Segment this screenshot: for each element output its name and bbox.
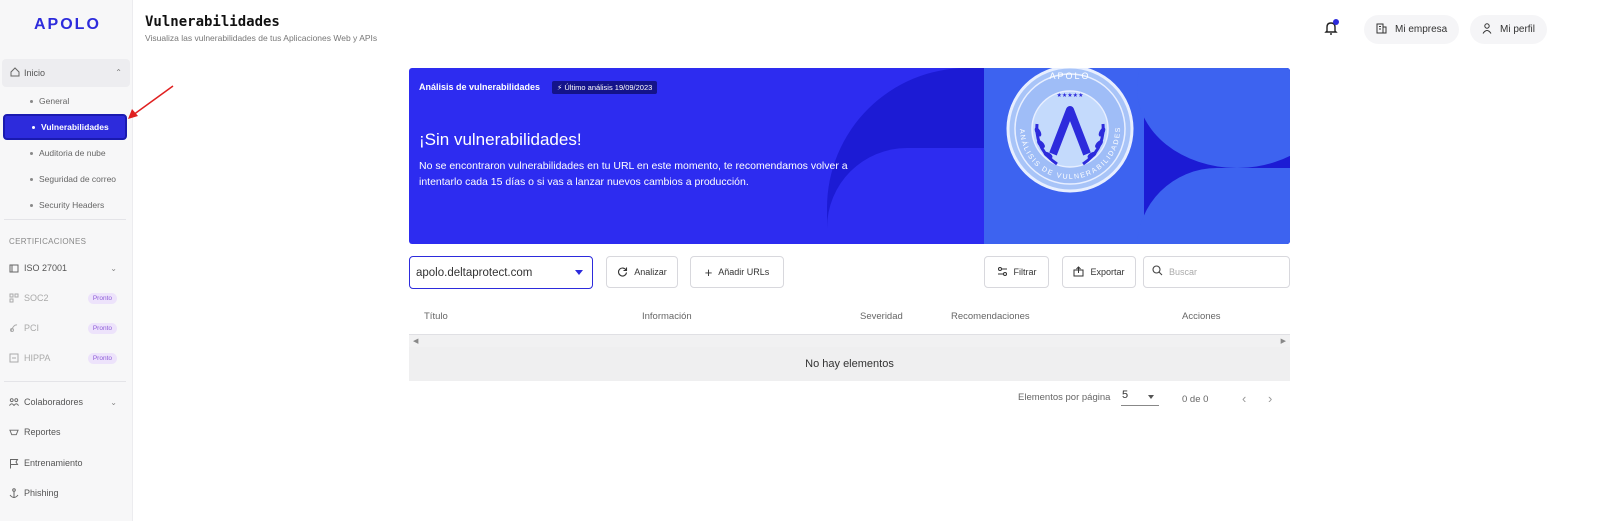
bullet-icon [30,203,33,207]
sidebar-item-vulnerabilidades[interactable]: Vulnerabilidades [3,114,127,140]
status-banner: Análisis de vulnerabilidades ⚡ Último an… [409,68,1290,244]
anchor-icon [9,487,19,498]
last-analysis-badge: ⚡ Último análisis 19/09/2023 [552,81,658,94]
sidebar-item-colaboradores[interactable]: Colaboradores ⌄ [9,397,125,407]
filter-button[interactable]: Filtrar [984,256,1049,288]
apolo-seal-icon: APOLO ANÁLISIS DE VULNERABILIDADES ★★★★★ [1006,68,1134,193]
chevron-down-icon: ⌄ [110,397,117,407]
sidebar: APOLO Inicio ⌃ General Vulnerabilidades … [0,0,133,521]
pronto-badge: Pronto [87,322,117,334]
column-header-informacion[interactable]: Información [642,311,692,322]
building-icon [1376,23,1387,37]
column-header-recomendaciones[interactable]: Recomendaciones [951,311,1030,322]
empty-table-message: No hay elementos [409,347,1290,381]
plus-icon: + [704,264,713,280]
profile-button[interactable]: Mi perfil [1470,15,1548,44]
search-icon [1152,263,1163,281]
horizontal-scrollbar[interactable]: ◀ ▶ [409,335,1290,347]
sidebar-group-inicio[interactable]: Inicio ⌃ [2,59,130,87]
page-count: 0 de 0 [1182,394,1209,405]
chevron-down-icon: ⌄ [110,263,117,273]
notification-dot [1333,19,1339,25]
bullet-icon [30,177,33,181]
sidebar-item-soc2[interactable]: SOC2 Pronto [9,292,125,304]
annotation-arrow-icon [128,85,174,119]
export-icon [1073,265,1084,279]
analyze-button[interactable]: Analizar [606,256,678,288]
scroll-left-icon[interactable]: ◀ [413,337,418,345]
prev-page-icon[interactable]: ‹ [1242,391,1246,406]
search-input[interactable] [1169,267,1279,277]
sidebar-item-entrenamiento[interactable]: Entrenamiento [9,458,125,468]
column-header-severidad[interactable]: Severidad [860,311,903,322]
chevron-up-icon: ⌃ [115,68,122,77]
sidebar-item-hippa[interactable]: HIPPA Pronto [9,352,125,364]
soc2-icon [9,293,19,303]
sliders-icon [997,266,1008,279]
pronto-badge: Pronto [87,292,117,304]
certifications-label: CERTIFICACIONES [9,237,87,246]
reports-icon [9,427,19,437]
pci-icon [9,323,19,333]
add-urls-button[interactable]: + Añadir URLs [690,256,784,288]
scroll-right-icon[interactable]: ▶ [1281,337,1286,345]
sidebar-divider [4,381,126,382]
company-button[interactable]: Mi empresa [1364,15,1460,44]
sidebar-item-pci[interactable]: PCI Pronto [9,322,125,334]
banner-heading: ¡Sin vulnerabilidades! [419,130,582,149]
svg-text:APOLO: APOLO [1049,71,1090,81]
sidebar-item-iso27001[interactable]: ISO 27001 ⌄ [9,263,125,273]
banner-label: Análisis de vulnerabilidades [419,82,541,92]
per-page-select[interactable]: 5 [1121,389,1159,406]
home-icon [10,67,20,79]
search-box[interactable] [1143,256,1290,288]
sidebar-item-correo[interactable]: Seguridad de correo [30,174,116,184]
refresh-icon [617,266,628,279]
sidebar-group-label: Inicio [24,68,46,78]
apolo-logo[interactable]: APOLO [34,16,101,34]
bullet-icon [30,99,33,103]
sidebar-divider [4,219,126,220]
bullet-icon [32,125,35,129]
users-icon [9,397,19,407]
flag-icon [9,458,19,468]
page-title: Vulnerabilidades [145,14,280,30]
column-header-acciones[interactable]: Acciones [1182,311,1221,322]
pronto-badge: Pronto [87,352,117,364]
svg-text:★★★★★: ★★★★★ [1057,92,1084,99]
iso-icon [9,263,19,273]
caret-down-icon [1148,395,1154,399]
banner-message: No se encontraron vulnerabilidades en tu… [419,160,848,188]
bullet-icon [30,151,33,155]
hippa-icon [9,353,19,363]
sidebar-item-general[interactable]: General [30,96,69,106]
sidebar-item-auditoria[interactable]: Auditoria de nube [30,148,106,158]
page-subtitle: Visualiza las vulnerabilidades de tus Ap… [145,33,378,43]
export-button[interactable]: Exportar [1062,256,1136,288]
user-icon [1482,22,1492,37]
sidebar-item-security-headers[interactable]: Security Headers [30,200,104,210]
caret-down-icon [575,270,583,275]
url-select[interactable]: apolo.deltaprotect.com [409,256,593,289]
column-header-titulo[interactable]: Título [424,311,448,322]
next-page-icon[interactable]: › [1268,391,1272,406]
sidebar-item-phishing[interactable]: Phishing [9,487,125,498]
per-page-label: Elementos por página [1018,392,1111,403]
sidebar-item-reportes[interactable]: Reportes [9,427,125,437]
